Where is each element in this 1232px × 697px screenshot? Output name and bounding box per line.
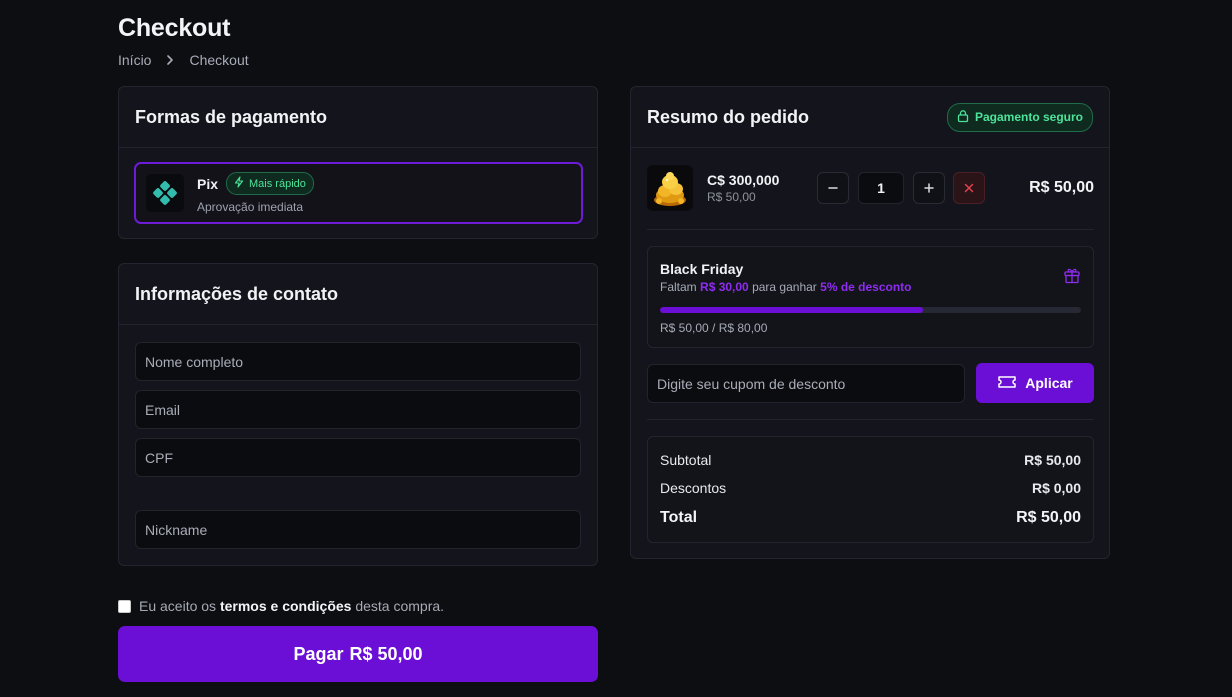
pay-button[interactable]: Pagar R$ 50,00 [118, 626, 598, 682]
payment-methods-title: Formas de pagamento [135, 106, 328, 127]
quantity-value[interactable]: 1 [858, 172, 904, 204]
promo-remaining-amount: R$ 30,00 [700, 280, 749, 294]
payment-methods-header: Formas de pagamento [119, 87, 597, 148]
terms-suffix: desta compra. [355, 598, 445, 614]
remove-item-button[interactable] [953, 172, 985, 204]
total-value: R$ 50,00 [1016, 509, 1081, 526]
pix-payment-option[interactable]: Pix Mais rápido Aprovação imediata [134, 162, 583, 224]
decrease-quantity-button[interactable] [817, 172, 849, 204]
pix-icon [146, 174, 184, 212]
terms-text: Eu aceito os termos e condições desta co… [139, 598, 444, 614]
breadcrumb: Início Checkout [118, 52, 249, 68]
breadcrumb-home-link[interactable]: Início [118, 52, 151, 68]
fastest-badge-label: Mais rápido [249, 177, 306, 190]
discount-label: Descontos [660, 480, 727, 496]
increase-quantity-button[interactable] [913, 172, 945, 204]
contact-info-title: Informações de contato [135, 283, 339, 304]
coupon-input[interactable] [647, 364, 965, 403]
subtotal-row: Subtotal R$ 50,00 [660, 446, 1081, 474]
order-summary-card: Resumo do pedido Pagamento seguro C$ 300… [630, 86, 1110, 559]
promo-description: Faltam R$ 30,00 para ganhar 5% de descon… [660, 280, 912, 294]
secure-payment-badge: Pagamento seguro [946, 102, 1093, 132]
total-label: Total [660, 509, 698, 526]
item-total-price: R$ 50,00 [1029, 179, 1094, 196]
subtotal-value: R$ 50,00 [1024, 452, 1081, 468]
total-row: Total R$ 50,00 [660, 502, 1081, 534]
apply-coupon-label: Aplicar [1025, 375, 1073, 391]
divider [647, 229, 1094, 230]
discount-row: Descontos R$ 0,00 [660, 474, 1081, 502]
payment-methods-card: Formas de pagamento Pix Mais rápido Apro… [118, 86, 598, 239]
totals-box: Subtotal R$ 50,00 Descontos R$ 0,00 Tota… [647, 436, 1094, 543]
secure-payment-label: Pagamento seguro [974, 110, 1083, 124]
discount-value: R$ 0,00 [1031, 480, 1081, 496]
promo-progress-text: R$ 50,00 / R$ 80,00 [660, 321, 768, 335]
terms-row: Eu aceito os termos e condições desta co… [118, 598, 444, 614]
pix-description: Aprovação imediata [197, 200, 304, 214]
contact-info-card: Informações de contato [118, 263, 598, 566]
lock-icon [956, 109, 970, 126]
chevron-right-icon [163, 53, 177, 67]
black-friday-promo: Black Friday Faltam R$ 30,00 para ganhar… [647, 246, 1094, 348]
pix-label: Pix [197, 175, 219, 192]
order-summary-title: Resumo do pedido [647, 106, 809, 127]
promo-discount: 5% de desconto [820, 280, 912, 294]
gift-icon [1063, 266, 1081, 289]
promo-title: Black Friday [660, 261, 744, 277]
divider [647, 419, 1094, 420]
apply-coupon-button[interactable]: Aplicar [976, 363, 1094, 403]
cpf-input[interactable] [135, 438, 581, 477]
ticket-icon [997, 374, 1017, 393]
nickname-input[interactable] [135, 510, 581, 549]
subtotal-label: Subtotal [660, 452, 712, 468]
plus-icon [924, 183, 934, 193]
breadcrumb-current: Checkout [189, 52, 249, 68]
close-icon [964, 183, 974, 193]
page-title: Checkout [118, 14, 231, 42]
promo-progress-fill [660, 307, 924, 313]
pay-button-label: Pagar [293, 643, 344, 664]
order-summary-header: Resumo do pedido Pagamento seguro [631, 87, 1109, 148]
item-name: C$ 300,000 [707, 172, 780, 188]
fastest-badge: Mais rápido [226, 172, 314, 195]
gold-coins-icon [647, 165, 693, 211]
item-unit-price: R$ 50,00 [707, 190, 756, 204]
minus-icon [828, 187, 838, 189]
terms-checkbox[interactable] [118, 599, 131, 613]
full-name-input[interactable] [135, 342, 581, 381]
lightning-icon [233, 176, 245, 191]
cart-item: C$ 300,000 R$ 50,00 1 R$ 50,00 [647, 163, 1094, 213]
contact-info-header: Informações de contato [119, 264, 597, 325]
email-input[interactable] [135, 390, 581, 429]
promo-progress-bar [660, 307, 1081, 313]
pay-button-amount: R$ 50,00 [349, 643, 423, 664]
terms-link[interactable]: termos e condições [220, 598, 352, 614]
terms-prefix: Eu aceito os [139, 598, 217, 614]
